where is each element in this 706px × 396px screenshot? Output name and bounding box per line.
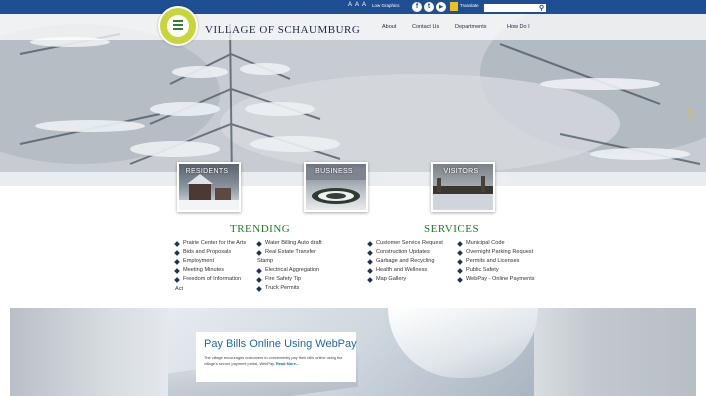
nav-about[interactable]: About bbox=[382, 24, 396, 30]
low-graphics-link[interactable]: Low Graphics bbox=[372, 3, 400, 8]
translate-link[interactable]: Translate bbox=[460, 3, 479, 8]
trending-link-wrap[interactable]: Act bbox=[175, 286, 183, 292]
trending-list-right-b: Electrical Aggregation Fire Safety Tip T… bbox=[256, 266, 319, 293]
youtube-icon[interactable]: ▶ bbox=[436, 2, 446, 12]
slide-indicator[interactable] bbox=[689, 110, 692, 132]
utility-bar: A A A Low Graphics f t ▶ Translate ⚲ bbox=[0, 0, 706, 20]
read-more-link[interactable]: Read More... bbox=[276, 361, 299, 366]
business-label: BUSINESS bbox=[315, 168, 353, 175]
promo-body: The village encourages customers to conv… bbox=[204, 355, 343, 366]
trending-list-left: Prairie Center for the Arts Bids and Pro… bbox=[174, 239, 246, 284]
font-size-controls[interactable]: A A A bbox=[348, 2, 367, 8]
services-link[interactable]: Health and Wellness bbox=[367, 266, 443, 275]
trending-link[interactable]: Bids and Proposals bbox=[174, 248, 246, 257]
trending-link-wrap[interactable]: Stamp bbox=[257, 258, 273, 264]
search-icon[interactable]: ⚲ bbox=[539, 4, 544, 12]
services-link[interactable]: Permits and Licenses bbox=[457, 257, 535, 266]
services-list-left: Customer Service Request Construction Up… bbox=[367, 239, 443, 284]
promo-title[interactable]: Pay Bills Online Using WebPay bbox=[204, 338, 357, 350]
nav-contact-us[interactable]: Contact Us bbox=[412, 24, 439, 30]
trending-link[interactable]: Water Billing Auto draft bbox=[256, 239, 322, 248]
trending-link[interactable]: Fire Safety Tip bbox=[256, 275, 319, 284]
trending-link[interactable]: Freedom of Information bbox=[174, 275, 246, 284]
trending-link[interactable]: Electrical Aggregation bbox=[256, 266, 319, 275]
facebook-icon[interactable]: f bbox=[412, 2, 422, 12]
services-link[interactable]: Public Safety bbox=[457, 266, 535, 275]
translate-icon[interactable] bbox=[450, 2, 458, 11]
services-link[interactable]: WebPay - Online Payments bbox=[457, 275, 535, 284]
trending-link[interactable]: Real Estate Transfer bbox=[256, 248, 322, 257]
webpay-promo: Pay Bills Online Using WebPay The villag… bbox=[10, 308, 696, 396]
trending-link[interactable]: Employment bbox=[174, 257, 246, 266]
services-list-right: Municipal Code Overnight Parking Request… bbox=[457, 239, 535, 284]
nav-departments[interactable]: Departments bbox=[455, 24, 487, 30]
business-card[interactable]: BUSINESS bbox=[304, 162, 368, 212]
trending-link[interactable]: Truck Permits bbox=[256, 284, 319, 293]
visitors-card[interactable]: VISITORS bbox=[431, 162, 495, 212]
trending-heading: TRENDING bbox=[230, 223, 291, 235]
trending-list-right: Water Billing Auto draft Real Estate Tra… bbox=[256, 239, 322, 257]
village-logo[interactable] bbox=[158, 6, 198, 46]
trending-link[interactable]: Meeting Minutes bbox=[174, 266, 246, 275]
visitors-label: VISITORS bbox=[443, 168, 479, 175]
services-link[interactable]: Municipal Code bbox=[457, 239, 535, 248]
services-link[interactable]: Construction Updates bbox=[367, 248, 443, 257]
nav-how-do-i[interactable]: How Do I bbox=[507, 24, 530, 30]
services-link[interactable]: Customer Service Request bbox=[367, 239, 443, 248]
promo-card: Pay Bills Online Using WebPay The villag… bbox=[196, 332, 357, 382]
services-link[interactable]: Overnight Parking Request bbox=[457, 248, 535, 257]
site-title[interactable]: VILLAGE OF SCHAUMBURG bbox=[205, 24, 360, 36]
search-box: ⚲ bbox=[484, 4, 546, 20]
services-link[interactable]: Garbage and Recycling bbox=[367, 257, 443, 266]
residents-label: RESIDENTS bbox=[185, 168, 229, 175]
twitter-icon[interactable]: t bbox=[424, 2, 434, 12]
residents-card[interactable]: RESIDENTS bbox=[177, 162, 241, 212]
trending-link[interactable]: Prairie Center for the Arts bbox=[174, 239, 246, 248]
services-link[interactable]: Map Gallery bbox=[367, 275, 443, 284]
services-heading: SERVICES bbox=[424, 223, 480, 235]
